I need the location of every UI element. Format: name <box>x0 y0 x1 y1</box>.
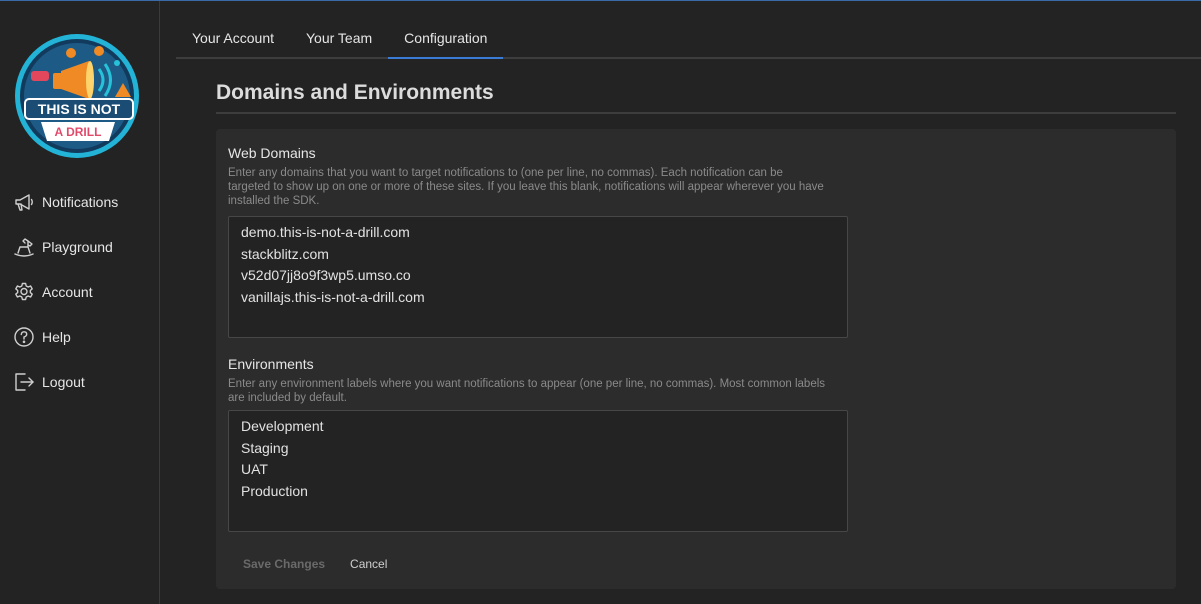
sidebar-item-label: Logout <box>42 373 85 390</box>
web-domains-textarea[interactable] <box>228 216 848 338</box>
environments-section: Environments Enter any environment label… <box>228 356 848 532</box>
gear-icon <box>13 281 35 303</box>
tab-your-team[interactable]: Your Team <box>290 19 388 57</box>
sidebar-item-logout[interactable]: Logout <box>0 359 159 404</box>
form-actions: Save Changes Cancel <box>228 553 397 575</box>
logout-icon <box>13 371 35 393</box>
page-title: Domains and Environments <box>216 81 1176 114</box>
tab-your-account[interactable]: Your Account <box>176 19 290 57</box>
logo-title-text: THIS IS NOT <box>38 101 121 117</box>
environments-textarea[interactable] <box>228 410 848 532</box>
tab-configuration[interactable]: Configuration <box>388 19 504 59</box>
sidebar-item-account[interactable]: Account <box>0 269 159 314</box>
sidebar-item-playground[interactable]: Playground <box>0 224 159 269</box>
sidebar-item-notifications[interactable]: Notifications <box>0 179 159 224</box>
tab-bar: Your Account Your Team Configuration <box>176 19 1201 59</box>
logo-subtitle-text: A DRILL <box>55 125 102 139</box>
save-changes-button[interactable]: Save Changes <box>228 553 340 575</box>
sidebar-nav: Notifications Playground Account Help Lo… <box>0 179 159 404</box>
main-content: Your Account Your Team Configuration Dom… <box>160 1 1201 604</box>
settings-card: Web Domains Enter any domains that you w… <box>216 129 1176 589</box>
megaphone-icon <box>13 191 35 213</box>
app-logo[interactable]: THIS IS NOT A DRILL <box>11 33 145 159</box>
environments-label: Environments <box>228 356 314 372</box>
sidebar-item-label: Playground <box>42 238 113 255</box>
cancel-button[interactable]: Cancel <box>340 553 397 575</box>
sidebar-item-help[interactable]: Help <box>0 314 159 359</box>
sidebar-item-label: Account <box>42 283 93 300</box>
environments-help: Enter any environment labels where you w… <box>228 378 826 404</box>
web-domains-section: Web Domains Enter any domains that you w… <box>228 145 848 338</box>
sidebar-item-label: Notifications <box>42 193 119 210</box>
sidebar: THIS IS NOT A DRILL Notifications Playgr… <box>0 1 160 604</box>
question-circle-icon <box>13 326 35 348</box>
web-domains-label: Web Domains <box>228 145 316 161</box>
rocking-horse-icon <box>13 236 35 258</box>
sidebar-item-label: Help <box>42 328 71 345</box>
web-domains-help: Enter any domains that you want to targe… <box>228 167 824 207</box>
